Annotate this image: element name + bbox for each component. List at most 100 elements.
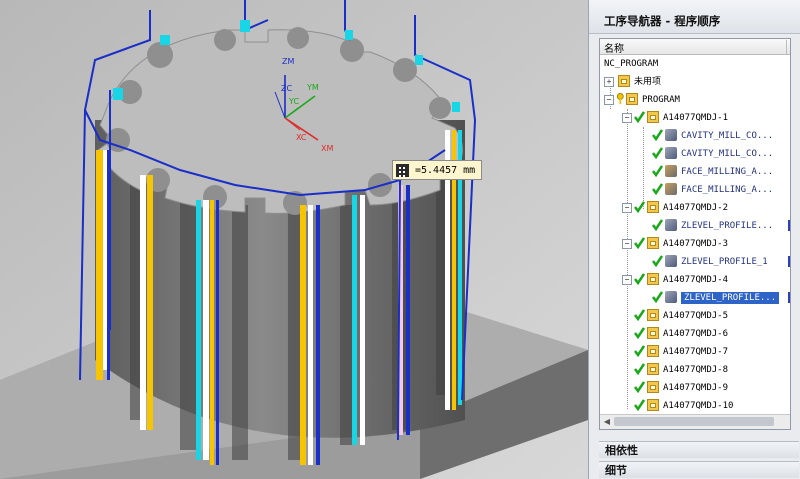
tool-change-indicator [788,256,790,267]
tree-item-nc-program[interactable]: NC_PROGRAM [600,55,790,73]
tree-item-group-1[interactable]: − A14077QMDJ-1 [600,109,790,127]
tool-change-indicator [788,220,790,231]
measurement-tooltip: =5.4457 mm [392,160,483,180]
section-details[interactable]: 细节 [599,461,799,478]
collapse-minus-icon[interactable]: − [622,203,632,213]
check-icon [652,291,663,303]
cavity-mill-icon [665,147,677,159]
collapse-minus-icon[interactable]: − [604,95,614,105]
collapse-minus-icon[interactable]: − [622,275,632,285]
tree-item-label: A14077QMDJ-3 [663,239,729,249]
graphics-viewport[interactable]: ZM ZC YC YM XC XM =5.4457 mm [0,0,588,479]
tree-item-group-5[interactable]: A14077QMDJ-5 [600,307,790,325]
tree-item-label: A14077QMDJ-10 [663,401,734,411]
tree-item-program[interactable]: − PROGRAM [600,91,790,109]
folder-icon [618,75,630,87]
folder-icon [647,237,659,249]
operation-navigator[interactable]: 工序导航器 - 程序顺序 名称 换刀 NC_PROGRAM + 未用项 − PR… [588,0,800,479]
tree-item-operation[interactable]: CAVITY_MILL_CO... [600,127,790,145]
tree-item-group-10[interactable]: A14077QMDJ-10 [600,397,790,415]
tree-item-label: A14077QMDJ-6 [663,329,729,339]
folder-icon [647,381,659,393]
tree-item-label: A14077QMDJ-1 [663,113,729,123]
check-icon [634,237,645,249]
tree-item-group-3[interactable]: − A14077QMDJ-3 [600,235,790,253]
check-icon [652,147,663,159]
tree-item-label: PROGRAM [642,95,680,105]
scroll-left-icon[interactable]: ◀ [602,417,612,427]
tree-item-group-4[interactable]: − A14077QMDJ-4 [600,271,790,289]
tree-item-label: A14077QMDJ-4 [663,275,729,285]
tool-change-indicator [788,292,790,303]
check-icon [634,273,645,285]
measurement-value: =5.4457 mm [415,165,476,176]
scrollbar-thumb[interactable] [614,417,774,426]
tree-item-label: NC_PROGRAM [604,59,659,69]
column-tool-change[interactable]: 换刀 [786,40,790,55]
check-icon [634,381,645,393]
axis-label-zc: ZC [281,84,293,93]
folder-icon [647,399,659,411]
cavity-mill-icon [665,129,677,141]
collapse-minus-icon[interactable]: − [622,113,632,123]
check-icon [634,399,645,411]
tree-column-header: 名称 换刀 [600,39,790,55]
tree-item-group-2[interactable]: − A14077QMDJ-2 [600,199,790,217]
tree-item-label: ZLEVEL_PROFILE... [681,221,774,231]
check-icon [634,309,645,321]
folder-icon [647,309,659,321]
zlevel-profile-icon [665,255,677,267]
tree-item-operation[interactable]: ZLEVEL_PROFILE_1 [600,253,790,271]
check-icon [652,183,663,195]
zlevel-profile-icon [665,291,677,303]
tree-item-label: A14077QMDJ-2 [663,203,729,213]
folder-icon [647,327,659,339]
tree-item-label: CAVITY_MILL_CO... [681,149,774,159]
tree-item-operation[interactable]: ZLEVEL_PROFILE... [600,217,790,235]
tree-item-unused[interactable]: + 未用项 [600,73,790,91]
axis-label-yc: YC [289,97,300,106]
tree-item-operation[interactable]: FACE_MILLING_A... [600,181,790,199]
check-icon [652,219,663,231]
tree-item-label: CAVITY_MILL_CO... [681,131,774,141]
tree-item-operation[interactable]: CAVITY_MILL_CO... [600,145,790,163]
folder-icon [647,201,659,213]
folder-icon [647,111,659,123]
tree-item-group-7[interactable]: A14077QMDJ-7 [600,343,790,361]
navigator-title: 工序导航器 - 程序顺序 [589,0,800,34]
axis-label-xm: XM [321,144,334,153]
folder-icon [647,273,659,285]
folder-icon [647,363,659,375]
tree-item-label: A14077QMDJ-8 [663,365,729,375]
expand-plus-icon[interactable]: + [604,77,614,87]
check-icon [634,201,645,213]
part-model-view[interactable] [0,0,588,479]
tree-item-label: ZLEVEL_PROFILE... [681,292,780,304]
tree-item-label: A14077QMDJ-9 [663,383,729,393]
tree-item-label: A14077QMDJ-7 [663,347,729,357]
tree-item-label: ZLEVEL_PROFILE_1 [681,257,768,267]
check-icon [652,255,663,267]
axis-label-zm: ZM [282,57,295,66]
zlevel-profile-icon [665,219,677,231]
tree-item-operation[interactable]: FACE_MILLING_A... [600,163,790,181]
tree-item-group-9[interactable]: A14077QMDJ-9 [600,379,790,397]
face-milling-icon [665,165,677,177]
column-name[interactable]: 名称 [604,40,624,55]
tree-item-label: A14077QMDJ-5 [663,311,729,321]
tree-item-label: FACE_MILLING_A... [681,185,774,195]
check-icon [652,129,663,141]
tree-item-group-8[interactable]: A14077QMDJ-8 [600,361,790,379]
check-icon [634,327,645,339]
check-icon [634,345,645,357]
tree-item-group-6[interactable]: A14077QMDJ-6 [600,325,790,343]
check-icon [652,165,663,177]
folder-icon [647,345,659,357]
axis-label-xc: XC [296,133,307,142]
tree-item-label: 未用项 [634,77,662,87]
horizontal-scrollbar[interactable]: ◀ [600,414,790,429]
section-dependencies[interactable]: 相依性 [599,441,799,458]
collapse-minus-icon[interactable]: − [622,239,632,249]
tree-item-operation-selected[interactable]: ZLEVEL_PROFILE... [600,289,790,307]
operation-tree[interactable]: 名称 换刀 NC_PROGRAM + 未用项 − PROGRAM − [599,38,791,430]
